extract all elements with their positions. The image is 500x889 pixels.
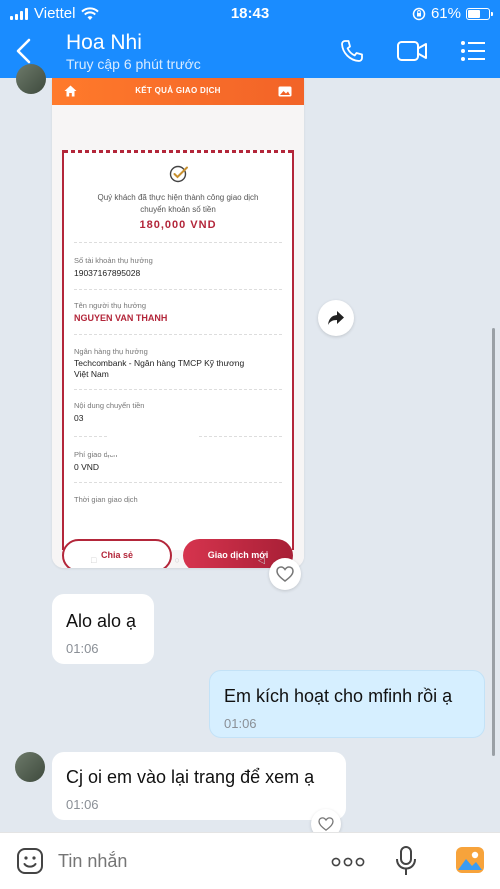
field-value: Techcombank - Ngân hàng TMCP Kỹ thương V… — [74, 358, 245, 379]
forward-arrow-icon — [328, 311, 344, 325]
message-text: Alo alo ạ — [66, 611, 137, 631]
heart-icon — [318, 817, 334, 831]
forward-button[interactable] — [318, 300, 354, 336]
message-text: Cj oi em vào lại trang để xem ạ — [66, 767, 315, 787]
contact-name[interactable]: Hoa Nhi — [66, 31, 142, 55]
receipt-card: Quý khách đã thực hiện thành công giao d… — [62, 150, 294, 550]
menu-list-icon[interactable] — [459, 38, 487, 64]
field-label: Nội dung chuyển tiền — [74, 401, 145, 410]
more-options-icon[interactable] — [331, 857, 365, 867]
last-seen: Truy cập 6 phút trước — [66, 56, 201, 72]
android-nav-bar: □ ○ ◁ — [52, 552, 304, 568]
home-circle-icon: ○ — [174, 555, 180, 565]
avatar[interactable] — [15, 752, 45, 782]
field-value: 03 — [74, 413, 84, 423]
back-arrow-icon[interactable] — [14, 38, 34, 64]
success-message: Quý khách đã thực hiện thành công giao d… — [97, 193, 259, 214]
field-value: NGUYEN VAN THANH — [74, 313, 168, 323]
gallery-image-icon[interactable] — [455, 846, 485, 874]
success-check-icon — [169, 165, 188, 183]
video-call-icon[interactable] — [396, 38, 428, 64]
sticker-emoji-icon[interactable] — [16, 847, 44, 875]
status-bar: Viettel 18:43 61% — [0, 0, 500, 26]
screen-title: KẾT QUẢ GIAO DỊCH — [135, 86, 221, 95]
message-input[interactable] — [58, 851, 308, 872]
field-label: Tên người thụ hưởng — [74, 301, 147, 310]
microphone-icon[interactable] — [394, 845, 418, 877]
message-time: 01:06 — [66, 641, 99, 656]
heart-icon — [276, 566, 294, 582]
transfer-amount: 180,000 VND — [139, 219, 217, 231]
battery-percent: 61% — [430, 5, 461, 22]
field-value: 19037167895028 — [74, 268, 141, 278]
field-value: 0 VND — [74, 462, 100, 472]
field-label: Ngân hàng thụ hưởng — [74, 347, 148, 356]
message-bubble-incoming[interactable]: Alo alo ạ 01:06 — [52, 594, 154, 664]
message-time: 01:06 — [224, 716, 257, 731]
back-triangle-icon: ◁ — [258, 554, 265, 565]
battery-icon — [466, 7, 493, 20]
scrollbar[interactable] — [492, 328, 495, 756]
message-bubble-incoming[interactable]: Cj oi em vào lại trang để xem ạ 01:06 — [52, 752, 346, 820]
rotation-lock-icon — [412, 7, 426, 20]
recent-apps-icon: □ — [91, 555, 97, 565]
message-composer — [0, 832, 500, 889]
message-text: Em kích hoạt cho mfinh rồi ạ — [224, 686, 453, 706]
field-label: Thời gian giao dịch — [74, 495, 138, 504]
chat-header: Viettel 18:43 61% Hoa Nhi Truy cập 6 phú… — [0, 0, 500, 78]
shared-image-transaction-receipt[interactable]: KẾT QUẢ GIAO DỊCH Quý khách đã thực hiện… — [52, 78, 304, 568]
react-heart-button[interactable] — [269, 558, 301, 590]
message-time: 01:06 — [66, 797, 99, 812]
message-bubble-outgoing[interactable]: Em kích hoạt cho mfinh rồi ạ 01:06 — [209, 670, 485, 738]
avatar[interactable] — [16, 64, 46, 94]
field-label: Số tài khoản thụ hưởng — [74, 256, 153, 265]
image-icon — [278, 86, 292, 97]
phone-call-icon[interactable] — [339, 38, 365, 64]
redaction-box — [107, 435, 197, 455]
